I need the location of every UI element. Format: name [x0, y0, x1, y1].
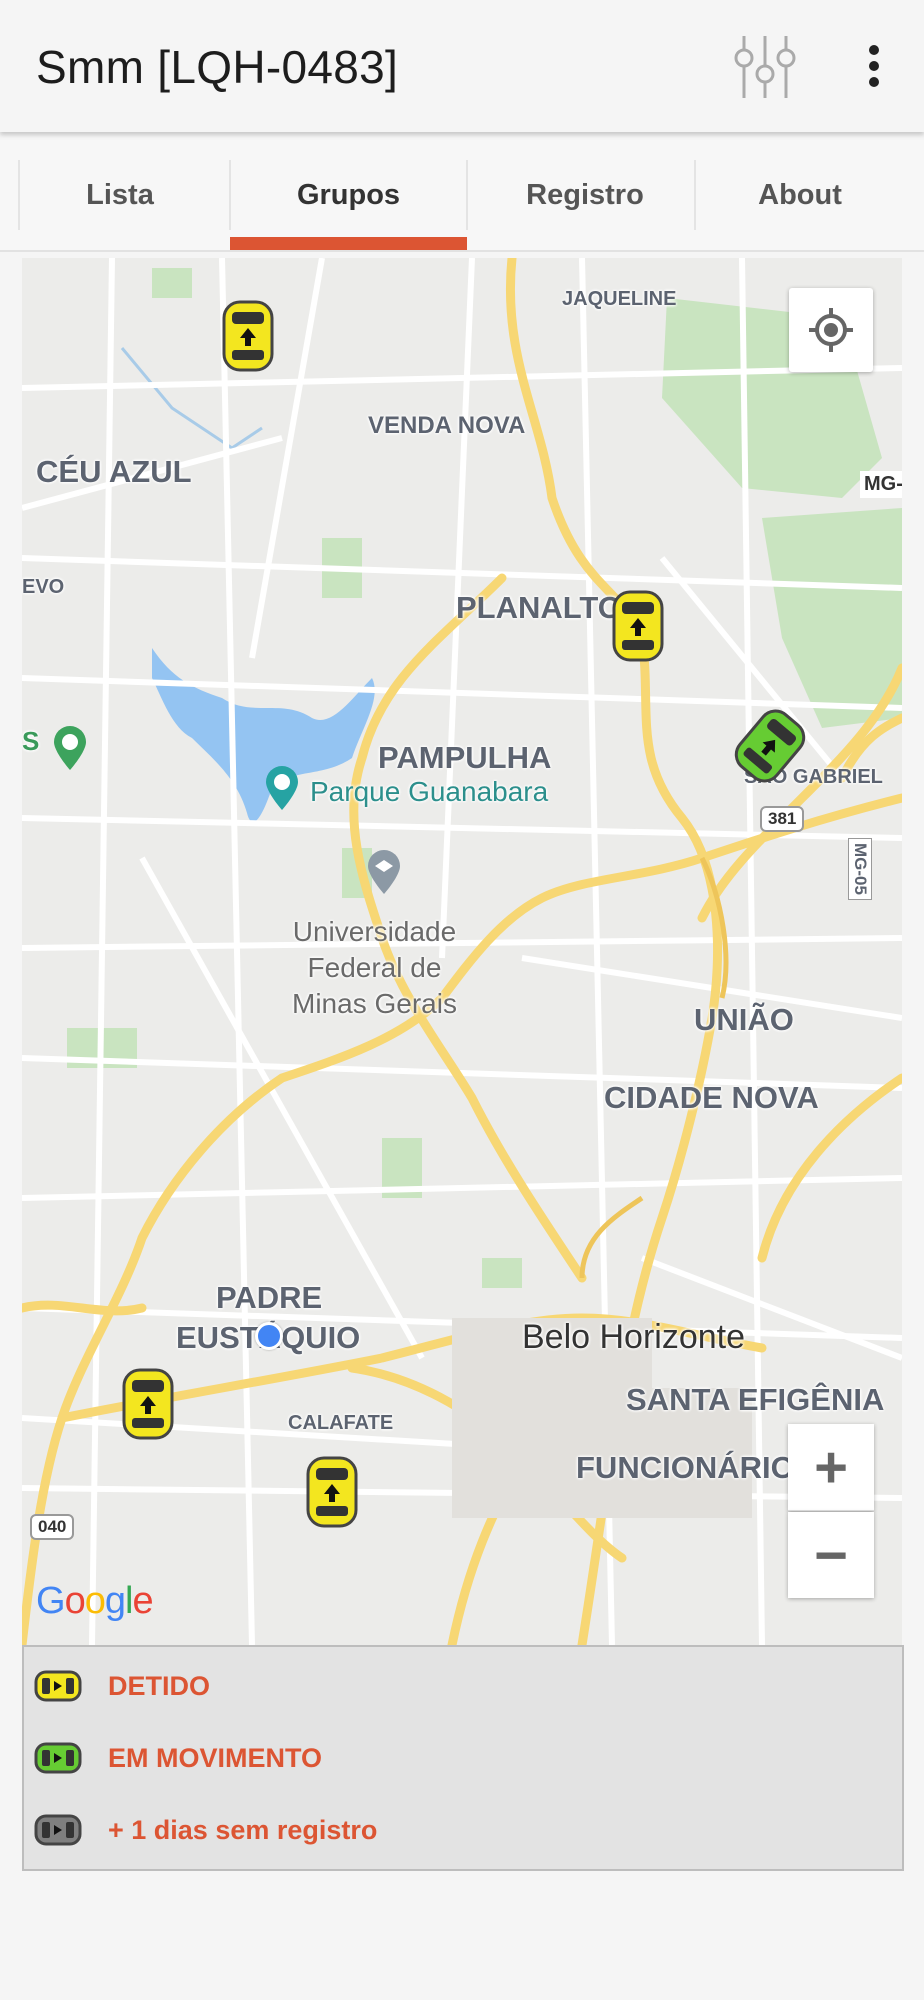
tune-sliders-icon[interactable] — [730, 32, 800, 102]
tab-bar: Lista Grupos Registro About — [0, 140, 924, 252]
legend-item: + 1 dias sem registro — [34, 1805, 377, 1855]
car-inactive-icon — [34, 1814, 82, 1846]
selected-tab-indicator — [230, 237, 467, 250]
legend-item: EM MOVIMENTO — [34, 1733, 322, 1783]
tab-divider — [694, 160, 696, 230]
map-label: JAQUELINE — [562, 288, 677, 310]
zoom-out-button[interactable]: − — [788, 1512, 874, 1598]
car-stopped-icon[interactable] — [304, 1454, 360, 1530]
park-poi-icon[interactable] — [50, 724, 90, 777]
route-shield: 381 — [760, 806, 805, 832]
map-label: MG- — [860, 471, 902, 498]
tab-lista[interactable]: Lista — [20, 140, 220, 250]
map-label: VENDA NOVA — [368, 412, 526, 439]
car-moving-icon — [34, 1742, 82, 1774]
map-label-line: Universidade — [292, 916, 457, 947]
car-stopped-icon[interactable] — [220, 298, 276, 374]
map-label: PADRE — [216, 1280, 323, 1315]
map-label: CALAFATE — [288, 1412, 394, 1434]
legend-item: DETIDO — [34, 1661, 210, 1711]
map-label: Universidade Federal de Minas Gerais — [292, 914, 457, 1022]
map-label: CIDADE NOVA — [604, 1080, 819, 1115]
legend-label: DETIDO — [108, 1670, 211, 1701]
map-label: Belo Horizonte — [522, 1318, 746, 1356]
route-shield: 040 — [30, 1514, 75, 1540]
map-label: EVO — [22, 576, 65, 598]
park-poi-icon[interactable] — [262, 764, 302, 817]
map-label: SANTA EFIGÊNIA — [626, 1382, 885, 1417]
map-label-line: Minas Gerais — [292, 988, 457, 1019]
tab-grupos[interactable]: Grupos — [230, 140, 467, 250]
map-label: FUNCIONÁRIOS — [576, 1450, 816, 1485]
map-label: S — [22, 726, 40, 756]
my-location-icon — [809, 308, 853, 352]
route-shield: MG-05 — [848, 838, 872, 900]
zoom-in-button[interactable]: + — [788, 1424, 874, 1511]
map-label: Parque Guanabara — [310, 776, 549, 807]
university-poi-icon[interactable] — [364, 848, 404, 901]
app-title: Smm [LQH-0483] — [36, 41, 399, 93]
map-legend: DETIDO EM MOVIMENTO + 1 dias sem registr… — [22, 1645, 904, 1871]
tab-registro[interactable]: Registro — [470, 140, 700, 250]
current-location-dot — [255, 1322, 283, 1350]
tab-about[interactable]: About — [700, 140, 900, 250]
app-bar: Smm [LQH-0483] — [0, 0, 924, 132]
car-stopped-icon — [34, 1670, 82, 1702]
map-label: PLANALTO — [456, 590, 622, 625]
map-label: CÉU AZUL — [36, 454, 192, 489]
car-stopped-icon[interactable] — [120, 1366, 176, 1442]
car-stopped-icon[interactable] — [610, 588, 666, 664]
map-label: UNIÃO — [694, 1002, 794, 1037]
legend-label: + 1 dias sem registro — [108, 1814, 378, 1845]
more-vert-icon[interactable] — [856, 40, 892, 96]
map-label: PAMPULHA — [378, 740, 552, 775]
tab-divider — [466, 160, 468, 230]
map-label-line: Federal de — [307, 952, 442, 983]
map-view[interactable]: JAQUELINE VENDA NOVA CÉU AZUL EVO PLANAL… — [22, 258, 902, 1645]
legend-label: EM MOVIMENTO — [108, 1742, 323, 1773]
my-location-button[interactable] — [789, 288, 873, 372]
google-logo: Google — [36, 1580, 154, 1622]
